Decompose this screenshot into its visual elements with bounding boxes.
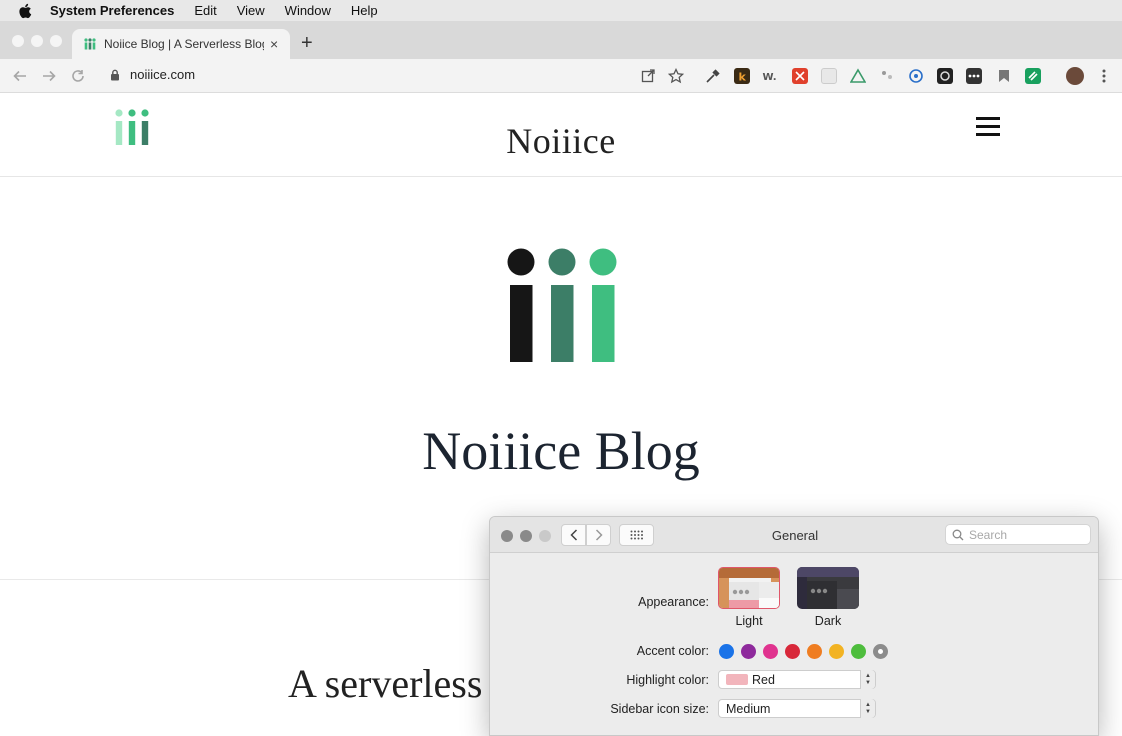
dots-extension-icon[interactable] xyxy=(879,68,895,84)
ellipsis-extension-icon[interactable] xyxy=(966,68,982,84)
accent-swatch-blue[interactable] xyxy=(719,644,734,659)
search-icon xyxy=(952,529,964,541)
tab-title: Noiice Blog | A Serverless Blog xyxy=(104,37,264,51)
apple-menu-icon[interactable] xyxy=(18,3,34,19)
tab-close-icon[interactable]: × xyxy=(270,36,278,52)
accent-swatch-orange[interactable] xyxy=(807,644,822,659)
accent-swatch-green[interactable] xyxy=(851,644,866,659)
popup-stepper-icon: ▲ ▼ xyxy=(860,699,875,718)
lock-icon xyxy=(110,69,120,81)
url-text: noiiice.com xyxy=(130,67,196,82)
prefs-search-field[interactable]: Search xyxy=(945,524,1091,545)
address-bar[interactable]: noiiice.com xyxy=(110,67,195,82)
reload-icon[interactable] xyxy=(69,67,87,85)
highlight-color-popup[interactable]: Red ▲ ▼ xyxy=(718,670,876,689)
sidebar-icon-size-value: Medium xyxy=(726,701,771,716)
site-header: Noiiice xyxy=(0,94,1122,177)
w-extension-icon[interactable]: W. xyxy=(762,68,778,84)
browser-tab[interactable]: Noiice Blog | A Serverless Blog × xyxy=(72,29,290,59)
forward-arrow-icon[interactable] xyxy=(40,67,58,85)
prefs-search-placeholder: Search xyxy=(969,527,1008,542)
highlight-color-label: Highlight color: xyxy=(626,673,709,687)
eyedropper-extension-icon[interactable] xyxy=(705,68,721,84)
sidebar-icon-size-popup[interactable]: Medium ▲ ▼ xyxy=(718,699,876,718)
accent-swatch-red[interactable] xyxy=(785,644,800,659)
browser-toolbar: noiiice.com k W. xyxy=(0,59,1122,93)
sidebar-icon-size-label: Sidebar icon size: xyxy=(610,702,709,716)
highlight-color-value: Red xyxy=(752,672,775,687)
appearance-light-option[interactable] xyxy=(718,567,780,609)
red-extension-icon[interactable] xyxy=(792,68,808,84)
more-menu-icon[interactable] xyxy=(1096,68,1112,84)
back-arrow-icon[interactable] xyxy=(11,67,29,85)
dark-square-extension-icon[interactable] xyxy=(937,68,953,84)
new-tab-button[interactable]: + xyxy=(301,33,313,53)
popup-stepper-icon: ▲ ▼ xyxy=(860,670,875,689)
gray-box-extension-icon[interactable] xyxy=(821,68,837,84)
accent-swatch-yellow[interactable] xyxy=(829,644,844,659)
menubar-item-help[interactable]: Help xyxy=(351,3,378,18)
menubar-item-window[interactable]: Window xyxy=(285,3,331,18)
open-external-icon[interactable] xyxy=(640,68,656,84)
menubar-app-name[interactable]: System Preferences xyxy=(50,3,174,18)
hero-title: Noiiice Blog xyxy=(422,421,700,481)
triangle-extension-icon[interactable] xyxy=(849,68,867,84)
appearance-label: Appearance: xyxy=(638,595,709,609)
blue-circle-extension-icon[interactable] xyxy=(908,68,924,84)
hero-logo-icon xyxy=(507,248,617,362)
menubar-item-view[interactable]: View xyxy=(237,3,265,18)
prefs-titlebar: General Search xyxy=(490,517,1098,553)
menubar-item-edit[interactable]: Edit xyxy=(194,3,216,18)
hamburger-menu-icon[interactable] xyxy=(976,117,1000,137)
k-extension-icon[interactable]: k xyxy=(734,68,750,84)
browser-tabstrip: Noiice Blog | A Serverless Blog × + xyxy=(0,21,1122,59)
window-minimize-button[interactable] xyxy=(31,35,43,47)
accent-swatch-pink[interactable] xyxy=(763,644,778,659)
hero-tagline: A serverless b xyxy=(288,661,513,706)
bookmark-extension-icon[interactable] xyxy=(996,68,1012,84)
profile-avatar[interactable] xyxy=(1066,67,1084,85)
window-close-button[interactable] xyxy=(12,35,24,47)
tab-favicon-icon xyxy=(84,38,96,50)
appearance-light-label: Light xyxy=(735,614,763,628)
green-extension-icon[interactable] xyxy=(1025,68,1041,84)
highlight-color-chip xyxy=(726,674,748,685)
appearance-dark-label: Dark xyxy=(814,614,842,628)
accent-swatch-purple[interactable] xyxy=(741,644,756,659)
appearance-dark-option[interactable] xyxy=(797,567,859,609)
bookmark-star-icon[interactable] xyxy=(667,67,685,84)
svg-text:W.: W. xyxy=(763,72,777,83)
accent-color-label: Accent color: xyxy=(636,644,709,658)
svg-text:k: k xyxy=(739,71,747,84)
site-header-title[interactable]: Noiiice xyxy=(0,120,1122,162)
accent-swatch-graphite[interactable] xyxy=(873,644,888,659)
system-preferences-window: General Search Appearance: Light Dark Ac… xyxy=(489,516,1099,736)
macos-menubar: System Preferences Edit View Window Help xyxy=(0,0,1122,21)
window-zoom-button[interactable] xyxy=(50,35,62,47)
